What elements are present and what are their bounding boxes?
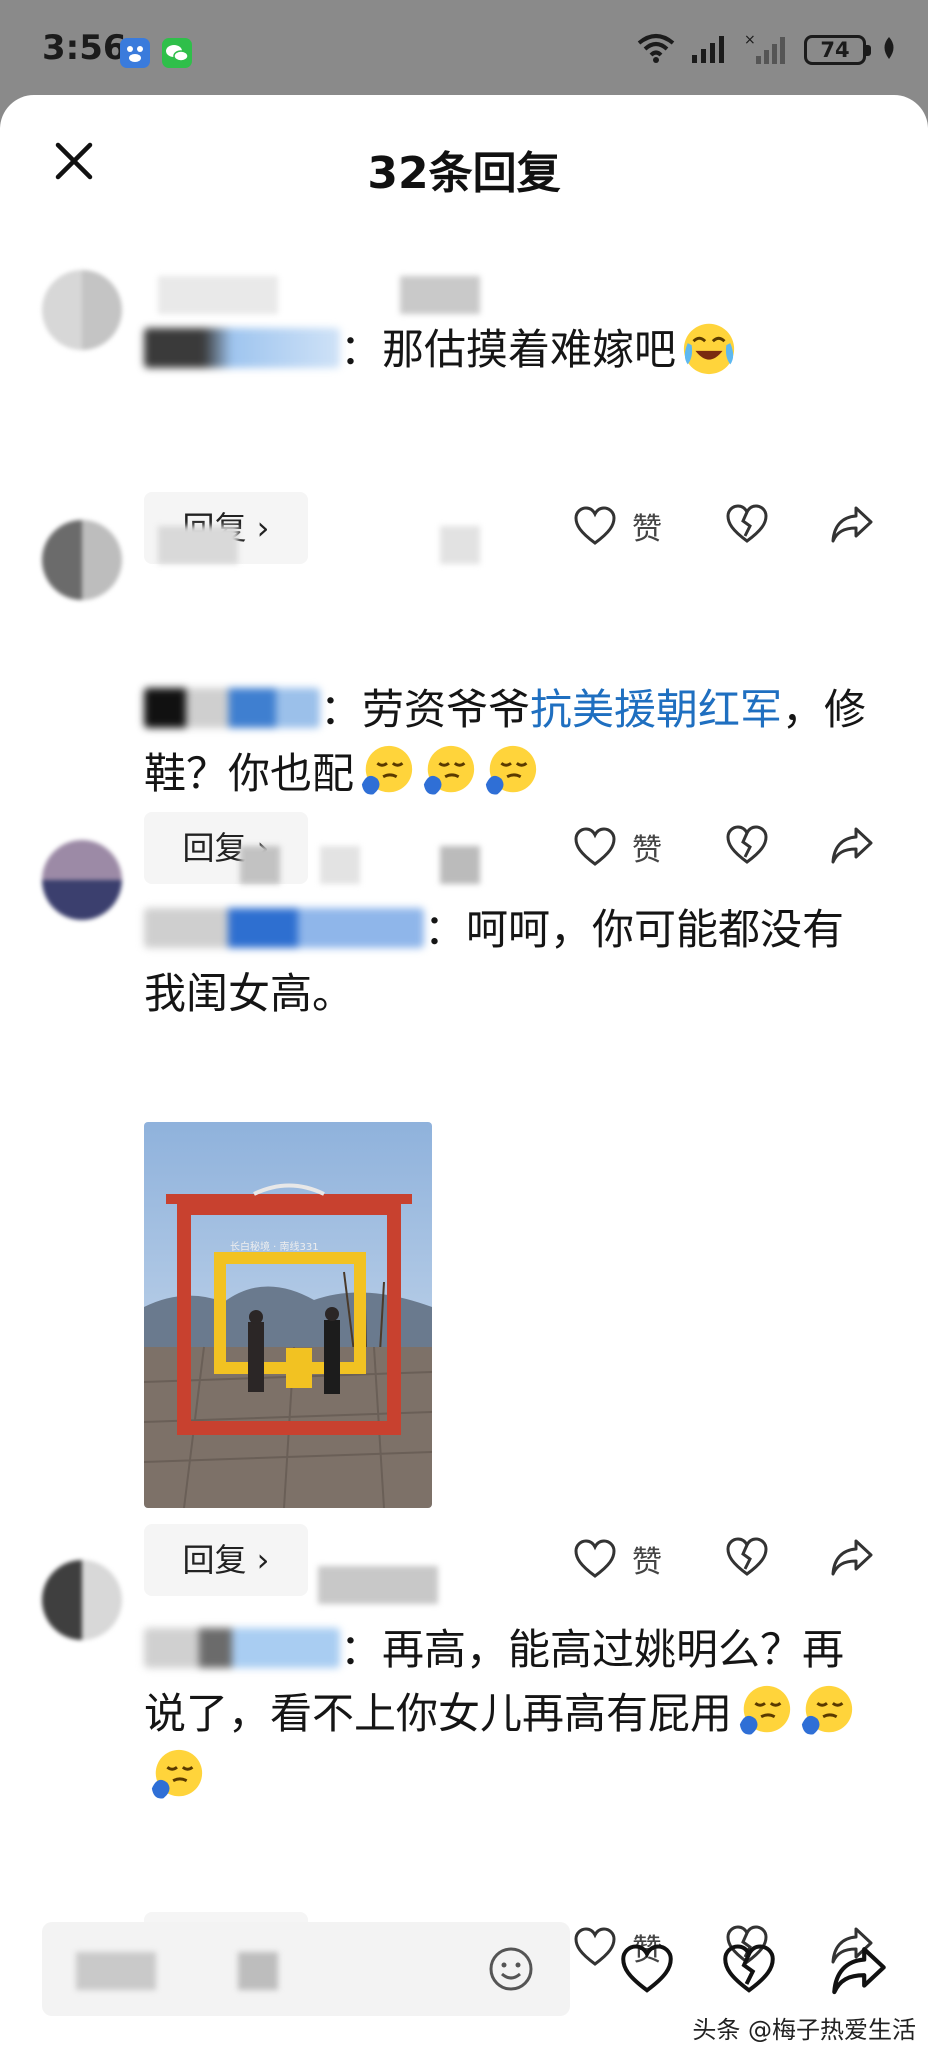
heart-icon bbox=[574, 1539, 616, 1578]
signal-off-icon: × bbox=[744, 32, 790, 68]
comment-text: ：劳资爷爷抗美援朝红军，修鞋？你也配 bbox=[144, 678, 874, 806]
username-blurred bbox=[440, 846, 480, 884]
like-button[interactable]: 赞 bbox=[574, 825, 662, 869]
page-title: 32条回复 bbox=[367, 148, 561, 199]
crying-emoji-icon bbox=[485, 745, 537, 795]
like-label: 赞 bbox=[632, 1545, 662, 1580]
reply-target-blurred bbox=[144, 328, 340, 368]
crying-emoji-icon bbox=[739, 1685, 791, 1735]
battery-level: 74 bbox=[820, 38, 850, 62]
wechat-app-icon bbox=[162, 38, 192, 68]
input-text-blurred bbox=[238, 1952, 278, 1990]
like-label: 赞 bbox=[632, 512, 662, 547]
broken-heart-icon bbox=[723, 1944, 775, 1993]
share-button[interactable] bbox=[830, 1537, 874, 1577]
like-button[interactable]: 赞 bbox=[574, 504, 662, 548]
crying-emoji-icon bbox=[423, 745, 475, 795]
username-blurred bbox=[400, 276, 480, 314]
like-label: 赞 bbox=[632, 833, 662, 868]
heart-icon bbox=[574, 1927, 616, 1966]
reply-target-blurred bbox=[144, 688, 320, 728]
username-blurred bbox=[320, 846, 360, 884]
input-text-blurred bbox=[76, 1952, 156, 1990]
status-bar: 3:56 × 74 bbox=[0, 0, 928, 95]
crying-laughing-emoji-icon bbox=[683, 323, 735, 375]
comment-text: ：呵呵，你可能都没有我闺女高。 bbox=[144, 898, 874, 1026]
username-blurred bbox=[158, 526, 238, 564]
avatar bbox=[42, 270, 122, 350]
dislike-bottom-button[interactable] bbox=[722, 1944, 776, 1994]
comment-link[interactable]: 抗美援朝红军 bbox=[530, 685, 782, 734]
username-blurred bbox=[440, 526, 480, 564]
status-time: 3:56 bbox=[42, 28, 127, 68]
username-blurred bbox=[158, 276, 278, 314]
reply-target-blurred bbox=[144, 1628, 340, 1668]
comment-text: ：再高，能高过姚明么？再说了，看不上你女儿再高有屁用 bbox=[144, 1618, 874, 1810]
crying-emoji-icon bbox=[361, 745, 413, 795]
share-icon bbox=[831, 1539, 873, 1576]
watermark: 头条 @梅子热爱生活 bbox=[692, 2016, 916, 2044]
crying-emoji-icon bbox=[801, 1685, 853, 1735]
share-icon bbox=[831, 506, 873, 543]
avatar bbox=[42, 1560, 122, 1640]
like-bottom-button[interactable] bbox=[620, 1944, 674, 1994]
share-button[interactable] bbox=[830, 504, 874, 544]
dislike-button[interactable] bbox=[726, 1537, 768, 1577]
username-blurred bbox=[318, 1566, 438, 1604]
comment-text: ：那估摸着难嫁吧 bbox=[144, 318, 874, 382]
heart-icon bbox=[621, 1944, 673, 1993]
like-button[interactable]: 赞 bbox=[574, 1537, 662, 1581]
share-icon bbox=[832, 1947, 886, 1995]
crying-emoji-icon bbox=[151, 1749, 203, 1799]
heart-icon bbox=[574, 827, 616, 866]
wifi-icon bbox=[636, 31, 676, 69]
broken-heart-icon bbox=[726, 825, 768, 864]
username-blurred bbox=[240, 846, 280, 884]
attached-photo[interactable]: 长白秘境 · 南线331 bbox=[144, 1122, 432, 1508]
battery-icon: 74 bbox=[804, 35, 871, 65]
share-bottom-button[interactable] bbox=[830, 1944, 888, 1996]
signal-icon bbox=[690, 33, 730, 67]
dislike-button[interactable] bbox=[726, 825, 768, 865]
reply-button[interactable]: 回复 › bbox=[144, 812, 308, 884]
svg-text:×: × bbox=[744, 32, 756, 48]
leaf-icon bbox=[880, 35, 898, 65]
avatar bbox=[42, 840, 122, 920]
reply-button[interactable]: 回复 › bbox=[144, 1524, 308, 1596]
share-icon bbox=[831, 827, 873, 864]
reply-target-blurred bbox=[144, 908, 424, 948]
share-button[interactable] bbox=[830, 825, 874, 865]
replies-sheet: 32条回复 ：那估摸着难嫁吧 回复 › 赞 bbox=[0, 95, 928, 2048]
photo-sign-text: 长白秘境 · 南线331 bbox=[230, 1240, 319, 1253]
emoji-icon[interactable] bbox=[488, 1946, 534, 1992]
heart-icon bbox=[574, 506, 616, 545]
broken-heart-icon bbox=[726, 504, 768, 543]
avatar bbox=[42, 520, 122, 600]
comment-input[interactable] bbox=[42, 1922, 570, 2016]
dislike-button[interactable] bbox=[726, 504, 768, 544]
comment-body: ：那估摸着难嫁吧 bbox=[340, 325, 677, 374]
broken-heart-icon bbox=[726, 1537, 768, 1576]
comment-body-part: ：劳资爷爷 bbox=[320, 685, 531, 734]
baidu-app-icon bbox=[120, 38, 150, 68]
